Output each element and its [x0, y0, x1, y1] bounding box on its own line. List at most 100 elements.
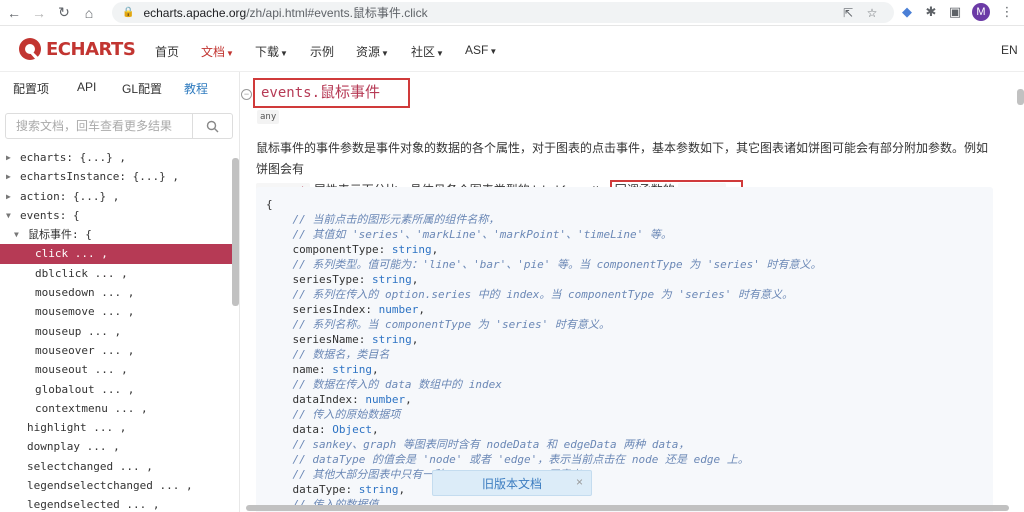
language-switch[interactable]: EN [1001, 43, 1018, 57]
tree-item-label: mouseout ... , [35, 363, 128, 377]
sidebar-scrollbar[interactable] [232, 158, 239, 306]
nav-download-label: 下载 [255, 45, 280, 59]
avatar[interactable]: M [972, 3, 990, 21]
tree-item[interactable]: ▶ echartsInstance: {...} , [0, 167, 232, 186]
nav-docs[interactable]: 文档▼ [201, 43, 234, 60]
tree-item[interactable]: globalout ... , [0, 380, 232, 399]
code-comment: // 数据名，类目名 [266, 348, 390, 361]
tree-item-label: dblclick ... , [35, 266, 128, 280]
url-host: echarts.apache.org [143, 5, 247, 20]
code-key: dataType: [266, 483, 359, 496]
tab-option[interactable]: 配置项 [13, 80, 49, 97]
search-input[interactable] [6, 114, 192, 138]
tree-item[interactable]: click ... , [0, 244, 232, 264]
code-line: // 其值如 'series'、'markLine'、'markPoint'、'… [266, 227, 671, 242]
tree-item-label: echartsInstance: {...} , [20, 170, 179, 184]
code-type: string [332, 363, 372, 376]
share-icon[interactable]: ⇱ [840, 5, 856, 21]
chevron-right-icon[interactable]: ▶ [6, 167, 11, 186]
old-version-toast[interactable]: 旧版本文档 × [432, 470, 592, 496]
tree-item-label: 鼠标事件: { [28, 228, 92, 242]
tree-item-label: legendselected ... , [27, 498, 160, 512]
back-icon[interactable]: ← [3, 2, 25, 24]
code-type: string [371, 333, 412, 346]
close-icon[interactable]: × [576, 475, 583, 489]
search-button[interactable] [192, 114, 232, 138]
chevron-right-icon[interactable]: ▶ [6, 187, 11, 206]
address-bar[interactable]: 🔒 echarts.apache.org/zh/api.html#events.… [112, 2, 894, 23]
reload-icon[interactable]: ↻ [53, 2, 75, 24]
tab-api[interactable]: API [77, 80, 96, 94]
nav-asf[interactable]: ASF▼ [465, 43, 497, 57]
tree-item-label: selectchanged ... , [27, 459, 153, 473]
tree-item[interactable]: legendselectchanged ... , [0, 476, 232, 495]
code-line: dataIndex: number, [266, 392, 411, 407]
code-line: seriesName: string, [266, 332, 418, 347]
tree-item[interactable]: dblclick ... , [0, 264, 232, 283]
code-punct: , [418, 303, 425, 316]
code-line: componentType: string, [266, 242, 438, 257]
echarts-logo-icon [19, 38, 41, 61]
forward-icon[interactable]: → [28, 2, 50, 24]
chevron-down-icon[interactable]: ▼ [14, 225, 19, 244]
nav-download[interactable]: 下载▼ [255, 43, 288, 60]
tree-item[interactable]: ▶ action: {...} , [0, 187, 232, 206]
tree-item[interactable]: selectchanged ... , [0, 457, 232, 476]
page-scrollbar[interactable] [1017, 89, 1024, 105]
code-punct: , [411, 273, 419, 286]
page-title: events.鼠标事件 [253, 78, 410, 108]
tree-item-label: legendselectchanged ... , [27, 479, 193, 493]
tree-item[interactable]: ▼ 鼠标事件: { [0, 225, 232, 244]
home-icon[interactable]: ⌂ [78, 2, 100, 24]
tab-tutorial[interactable]: 教程 [184, 80, 208, 97]
bookmark-star-icon[interactable]: ☆ [864, 5, 880, 21]
code-line: data: Object, [266, 422, 378, 437]
tree-item[interactable]: mouseout ... , [0, 360, 232, 379]
title-cn: 鼠标事件 [320, 84, 381, 101]
nav-examples[interactable]: 示例 [310, 43, 334, 60]
code-key: seriesIndex: [266, 303, 379, 316]
chevron-down-icon: ▼ [381, 49, 389, 58]
nav-resources[interactable]: 资源▼ [356, 43, 389, 60]
tree-item-label: events: { [20, 208, 80, 222]
code-text: { [266, 198, 273, 211]
tree-item-label: highlight ... , [27, 421, 127, 435]
tree-item[interactable]: ▼ events: { [0, 206, 232, 225]
nav-community[interactable]: 社区▼ [411, 43, 444, 60]
code-punct: , [411, 333, 419, 346]
code-comment: // 系列在传入的 option.series 中的 index。当 compo… [266, 288, 793, 301]
tree-item[interactable]: ▶ echarts: {...} , [0, 148, 232, 167]
chevron-down-icon: ▼ [226, 49, 234, 58]
tree-item[interactable]: mousemove ... , [0, 302, 232, 321]
extension-icon[interactable]: ◆ [898, 3, 916, 21]
code-key: dataIndex: [266, 393, 366, 406]
collapse-icon[interactable]: − [241, 89, 252, 100]
sidepanel-icon[interactable]: ▣ [946, 3, 964, 21]
nav-home[interactable]: 首页 [155, 43, 179, 60]
code-comment: // 传入的原始数据项 [266, 408, 401, 421]
tab-gl-option[interactable]: GL配置 [122, 80, 162, 97]
chevron-down-icon[interactable]: ▼ [6, 206, 11, 225]
code-line: // 系列名称。当 componentType 为 'series' 时有意义。 [266, 317, 609, 332]
logo-text: ECHARTS [46, 38, 136, 60]
code-comment: // 系列类型。值可能为：'line'、'bar'、'pie' 等。当 comp… [266, 258, 822, 271]
tree-item[interactable]: mousedown ... , [0, 283, 232, 302]
sidebar: 配置项 API GL配置 教程 ▶ echarts: {...} , ▶ echart… [0, 72, 240, 512]
tree-item[interactable]: legendselected ... , [0, 495, 232, 512]
kebab-menu-icon[interactable]: ⋮ [998, 3, 1016, 21]
tree-item[interactable]: downplay ... , [0, 437, 232, 456]
tree-item[interactable]: mouseup ... , [0, 322, 232, 341]
title-code: events. [261, 85, 321, 101]
tree-item-label: globalout ... , [35, 382, 135, 396]
lock-icon: 🔒 [122, 7, 135, 18]
horizontal-scrollbar[interactable] [246, 505, 1009, 511]
code-comment: // 当前点击的图形元素所属的组件名称， [266, 213, 500, 226]
echarts-logo[interactable]: ECHARTS [17, 36, 136, 62]
code-type: string [358, 483, 399, 496]
puzzle-icon[interactable]: ✱ [922, 3, 940, 21]
tree-item[interactable]: contextmenu ... , [0, 399, 232, 418]
code-punct: , [398, 483, 406, 496]
tree-item[interactable]: highlight ... , [0, 418, 232, 437]
tree-item[interactable]: mouseover ... , [0, 341, 232, 360]
chevron-right-icon[interactable]: ▶ [6, 148, 11, 167]
